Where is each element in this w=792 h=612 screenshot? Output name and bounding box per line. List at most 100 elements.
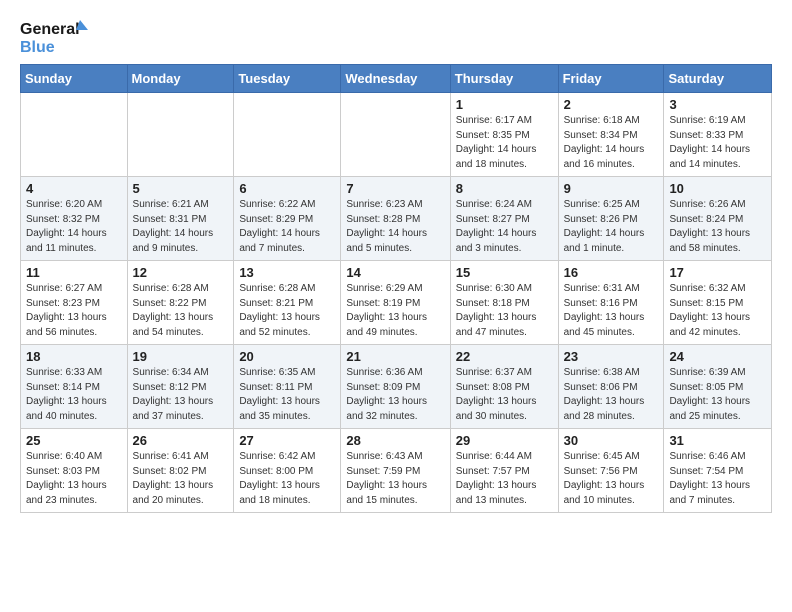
day-info: Sunrise: 6:17 AM Sunset: 8:35 PM Dayligh… [456,114,553,172]
calendar-cell-week2-day3: 7 Sunrise: 6:23 AM Sunset: 8:28 PM Daylig… [341,177,450,261]
day-number: 20 [239,349,335,364]
weekday-header-tuesday: Tuesday [234,65,341,93]
day-number: 21 [346,349,444,364]
calendar-cell-week1-day6: 3Sunrise: 6:19 AM Sunset: 8:33 PM Daylig… [664,93,772,177]
day-number: 11 [26,265,122,280]
day-number: 30 [564,433,659,448]
day-number: 22 [456,349,553,364]
day-info: Sunrise: 6:43 AM Sunset: 7:59 PM Dayligh… [346,450,444,508]
day-number: 6 [239,181,335,196]
day-number: 5 [133,181,229,196]
day-number: 28 [346,433,444,448]
calendar-week-4: 18 Sunrise: 6:33 AM Sunset: 8:14 PM Dayli… [21,345,772,429]
calendar-cell-week3-day1: 12Sunrise: 6:28 AM Sunset: 8:22 PM Dayli… [127,261,234,345]
calendar-cell-week1-day2 [234,93,341,177]
weekday-header-row: SundayMondayTuesdayWednesdayThursdayFrid… [21,65,772,93]
calendar-cell-week3-day3: 14 Sunrise: 6:29 AM Sunset: 8:19 PM Dayli… [341,261,450,345]
weekday-header-wednesday: Wednesday [341,65,450,93]
calendar-cell-week1-day0 [21,93,128,177]
calendar-cell-week2-day2: 6 Sunrise: 6:22 AM Sunset: 8:29 PM Daylig… [234,177,341,261]
day-number: 18 [26,349,122,364]
day-number: 31 [669,433,766,448]
day-info: Sunrise: 6:23 AM Sunset: 8:28 PM Dayligh… [346,198,444,256]
day-number: 1 [456,97,553,112]
svg-text:Blue: Blue [20,39,55,56]
day-info: Sunrise: 6:37 AM Sunset: 8:08 PM Dayligh… [456,366,553,424]
calendar-cell-week4-day1: 19 Sunrise: 6:34 AM Sunset: 8:12 PM Dayli… [127,345,234,429]
day-info: Sunrise: 6:45 AM Sunset: 7:56 PM Dayligh… [564,450,659,508]
calendar-week-3: 11 Sunrise: 6:27 AM Sunset: 8:23 PM Dayli… [21,261,772,345]
calendar-cell-week2-day0: 4 Sunrise: 6:20 AM Sunset: 8:32 PM Daylig… [21,177,128,261]
calendar-cell-week5-day3: 28 Sunrise: 6:43 AM Sunset: 7:59 PM Dayli… [341,429,450,513]
day-number: 8 [456,181,553,196]
day-info: Sunrise: 6:34 AM Sunset: 8:12 PM Dayligh… [133,366,229,424]
day-info: Sunrise: 6:44 AM Sunset: 7:57 PM Dayligh… [456,450,553,508]
calendar-table: SundayMondayTuesdayWednesdayThursdayFrid… [20,64,772,513]
calendar-cell-week5-day6: 31 Sunrise: 6:46 AM Sunset: 7:54 PM Dayli… [664,429,772,513]
calendar-cell-week5-day5: 30 Sunrise: 6:45 AM Sunset: 7:56 PM Dayli… [558,429,664,513]
calendar-cell-week4-day2: 20 Sunrise: 6:35 AM Sunset: 8:11 PM Dayli… [234,345,341,429]
day-info: Sunrise: 6:46 AM Sunset: 7:54 PM Dayligh… [669,450,766,508]
day-number: 16 [564,265,659,280]
calendar-cell-week4-day0: 18 Sunrise: 6:33 AM Sunset: 8:14 PM Dayli… [21,345,128,429]
calendar-week-5: 25Sunrise: 6:40 AM Sunset: 8:03 PM Dayli… [21,429,772,513]
day-info: Sunrise: 6:21 AM Sunset: 8:31 PM Dayligh… [133,198,229,256]
day-info: Sunrise: 6:42 AM Sunset: 8:00 PM Dayligh… [239,450,335,508]
day-info: Sunrise: 6:31 AM Sunset: 8:16 PM Dayligh… [564,282,659,340]
day-number: 9 [564,181,659,196]
calendar-cell-week1-day5: 2Sunrise: 6:18 AM Sunset: 8:34 PM Daylig… [558,93,664,177]
day-info: Sunrise: 6:38 AM Sunset: 8:06 PM Dayligh… [564,366,659,424]
day-info: Sunrise: 6:35 AM Sunset: 8:11 PM Dayligh… [239,366,335,424]
calendar-cell-week5-day4: 29 Sunrise: 6:44 AM Sunset: 7:57 PM Dayli… [450,429,558,513]
day-number: 26 [133,433,229,448]
weekday-header-sunday: Sunday [21,65,128,93]
logo-svg: GeneralBlue [20,16,100,56]
day-number: 29 [456,433,553,448]
calendar-cell-week4-day5: 23Sunrise: 6:38 AM Sunset: 8:06 PM Dayli… [558,345,664,429]
calendar-cell-week2-day4: 8 Sunrise: 6:24 AM Sunset: 8:27 PM Daylig… [450,177,558,261]
day-number: 17 [669,265,766,280]
svg-text:General: General [20,21,80,38]
day-info: Sunrise: 6:30 AM Sunset: 8:18 PM Dayligh… [456,282,553,340]
day-number: 19 [133,349,229,364]
day-number: 14 [346,265,444,280]
day-number: 4 [26,181,122,196]
header: GeneralBlue [20,16,772,56]
day-info: Sunrise: 6:24 AM Sunset: 8:27 PM Dayligh… [456,198,553,256]
calendar-cell-week5-day0: 25Sunrise: 6:40 AM Sunset: 8:03 PM Dayli… [21,429,128,513]
calendar-cell-week2-day5: 9 Sunrise: 6:25 AM Sunset: 8:26 PM Daylig… [558,177,664,261]
calendar-cell-week1-day3 [341,93,450,177]
day-number: 2 [564,97,659,112]
calendar-body: 1 Sunrise: 6:17 AM Sunset: 8:35 PM Daylig… [21,93,772,513]
calendar-cell-week4-day3: 21 Sunrise: 6:36 AM Sunset: 8:09 PM Dayli… [341,345,450,429]
calendar-week-1: 1 Sunrise: 6:17 AM Sunset: 8:35 PM Daylig… [21,93,772,177]
calendar-cell-week1-day4: 1 Sunrise: 6:17 AM Sunset: 8:35 PM Daylig… [450,93,558,177]
calendar-cell-week3-day6: 17 Sunrise: 6:32 AM Sunset: 8:15 PM Dayli… [664,261,772,345]
day-info: Sunrise: 6:36 AM Sunset: 8:09 PM Dayligh… [346,366,444,424]
day-info: Sunrise: 6:32 AM Sunset: 8:15 PM Dayligh… [669,282,766,340]
calendar-cell-week5-day2: 27Sunrise: 6:42 AM Sunset: 8:00 PM Dayli… [234,429,341,513]
calendar-cell-week2-day6: 10Sunrise: 6:26 AM Sunset: 8:24 PM Dayli… [664,177,772,261]
day-info: Sunrise: 6:33 AM Sunset: 8:14 PM Dayligh… [26,366,122,424]
day-number: 10 [669,181,766,196]
day-info: Sunrise: 6:25 AM Sunset: 8:26 PM Dayligh… [564,198,659,256]
calendar-cell-week3-day2: 13Sunrise: 6:28 AM Sunset: 8:21 PM Dayli… [234,261,341,345]
day-number: 25 [26,433,122,448]
day-info: Sunrise: 6:20 AM Sunset: 8:32 PM Dayligh… [26,198,122,256]
calendar-cell-week4-day4: 22 Sunrise: 6:37 AM Sunset: 8:08 PM Dayli… [450,345,558,429]
day-info: Sunrise: 6:39 AM Sunset: 8:05 PM Dayligh… [669,366,766,424]
calendar-cell-week3-day5: 16 Sunrise: 6:31 AM Sunset: 8:16 PM Dayli… [558,261,664,345]
weekday-header-friday: Friday [558,65,664,93]
day-info: Sunrise: 6:22 AM Sunset: 8:29 PM Dayligh… [239,198,335,256]
calendar-week-2: 4 Sunrise: 6:20 AM Sunset: 8:32 PM Daylig… [21,177,772,261]
day-number: 24 [669,349,766,364]
day-info: Sunrise: 6:29 AM Sunset: 8:19 PM Dayligh… [346,282,444,340]
day-number: 15 [456,265,553,280]
day-number: 7 [346,181,444,196]
calendar-cell-week1-day1 [127,93,234,177]
calendar-cell-week3-day4: 15 Sunrise: 6:30 AM Sunset: 8:18 PM Dayli… [450,261,558,345]
day-info: Sunrise: 6:27 AM Sunset: 8:23 PM Dayligh… [26,282,122,340]
day-info: Sunrise: 6:28 AM Sunset: 8:22 PM Dayligh… [133,282,229,340]
calendar-cell-week4-day6: 24 Sunrise: 6:39 AM Sunset: 8:05 PM Dayli… [664,345,772,429]
day-info: Sunrise: 6:19 AM Sunset: 8:33 PM Dayligh… [669,114,766,172]
